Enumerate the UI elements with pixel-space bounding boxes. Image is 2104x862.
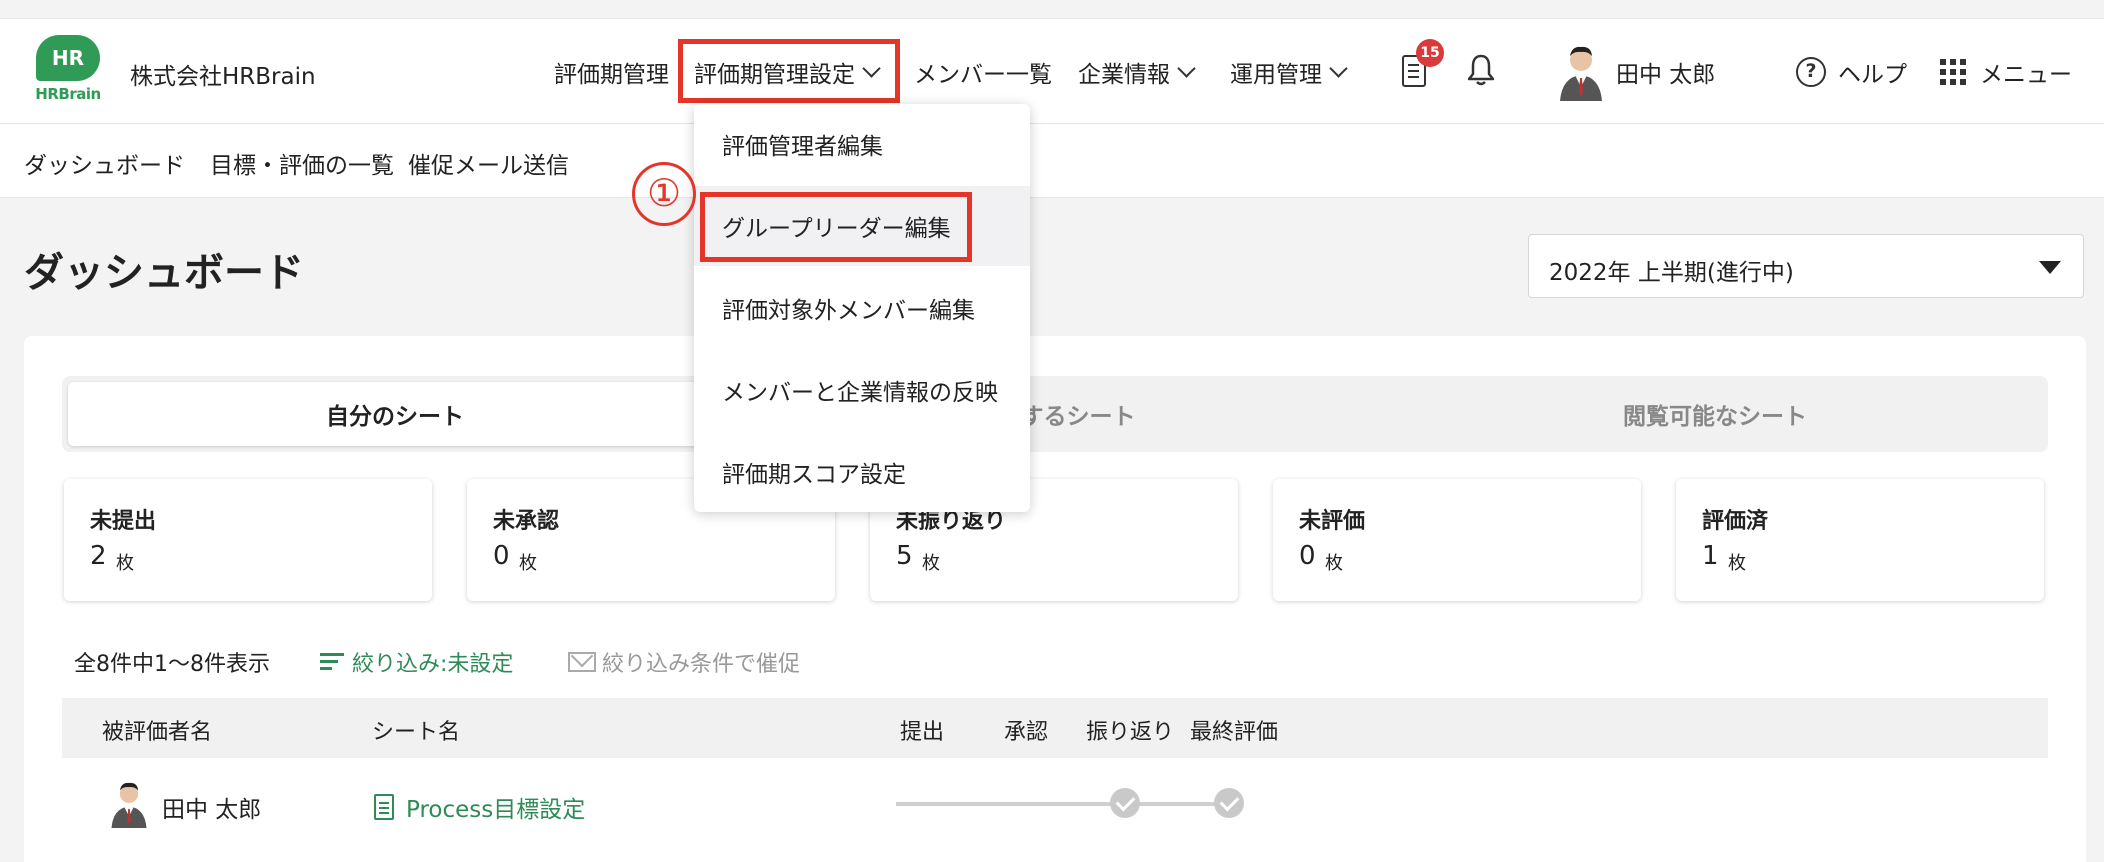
stat-label: 未提出 <box>90 509 157 534</box>
stat-unit: 枚 <box>519 553 537 574</box>
period-value: 2022年 上半期(進行中) <box>1549 260 1794 286</box>
stat-unit: 枚 <box>116 553 134 574</box>
sheet-tabs: 自分のシート 承認するシート 閲覧可能なシート <box>62 376 2048 452</box>
stat-value: 1 <box>1702 541 1719 571</box>
help-icon[interactable]: ? <box>1796 57 1826 87</box>
column-header: 最終評価 <box>1190 720 1279 745</box>
caret-down-icon <box>2039 261 2061 274</box>
stat-label: 未評価 <box>1299 509 1366 534</box>
check-icon <box>1214 788 1244 818</box>
user-avatar[interactable] <box>1554 41 1608 101</box>
chevron-down-icon <box>1177 58 1196 78</box>
stat-value: 0 <box>1299 541 1316 571</box>
tab-viewable-sheets[interactable]: 閲覧可能なシート <box>1388 376 2042 452</box>
check-icon <box>1110 788 1140 818</box>
remind-filtered-button[interactable]: 絞り込み条件で催促 <box>568 646 800 678</box>
menu-link[interactable]: メニュー <box>1980 55 2072 89</box>
nav-member-list[interactable]: メンバー一覧 <box>914 55 1052 89</box>
stat-unit: 枚 <box>922 553 940 574</box>
evaluatee-name: 田中 太郎 <box>162 797 262 823</box>
highlight-box-settings <box>678 39 900 103</box>
stat-card-evaluated[interactable]: 評価済 1 枚 <box>1676 479 2044 601</box>
tab-my-sheets[interactable]: 自分のシート <box>68 382 722 446</box>
menu-item-evaluator-edit[interactable]: 評価管理者編集 <box>694 104 1030 184</box>
menu-item-sync-member-company[interactable]: メンバーと企業情報の反映 <box>694 350 1030 430</box>
stat-card-unsubmitted[interactable]: 未提出 2 枚 <box>64 479 432 601</box>
subnav-reminder-mail[interactable]: 催促メール送信 <box>408 146 569 180</box>
menu-item-score-settings[interactable]: 評価期スコア設定 <box>694 432 1030 512</box>
sheet-link[interactable]: Process目標設定 <box>374 790 585 824</box>
avatar <box>111 782 147 828</box>
column-header: 振り返り <box>1086 720 1175 745</box>
remind-label: 絞り込み条件で催促 <box>602 652 801 677</box>
subnav-dashboard[interactable]: ダッシュボード <box>24 146 185 180</box>
user-name[interactable]: 田中 太郎 <box>1616 55 1715 89</box>
page-title: ダッシュボード <box>24 250 304 296</box>
table-header: 被評価者名 シート名 提出 承認 振り返り 最終評価 <box>62 698 2048 758</box>
app-grid-icon[interactable] <box>1940 59 1966 85</box>
menu-item-excluded-member-edit[interactable]: 評価対象外メンバー編集 <box>694 268 1030 348</box>
bell-icon[interactable] <box>1466 53 1496 87</box>
period-select[interactable]: 2022年 上半期(進行中) <box>1528 234 2084 298</box>
step-marker: ① <box>632 162 696 226</box>
progress-track <box>896 802 1236 806</box>
table-row[interactable]: 田中 太郎 Process目標設定 <box>62 760 2048 862</box>
stat-label: 評価済 <box>1702 509 1769 534</box>
subnav-goals-list[interactable]: 目標・評価の一覧 <box>210 146 394 180</box>
help-link[interactable]: ヘルプ <box>1838 55 1907 89</box>
filter-icon <box>320 653 344 671</box>
stat-value: 5 <box>896 541 913 571</box>
column-header: 承認 <box>1004 720 1049 745</box>
highlight-box-group-leader <box>700 192 972 262</box>
logo-wordmark: HRBrain <box>35 85 101 103</box>
stat-card-unevaluated[interactable]: 未評価 0 枚 <box>1273 479 1641 601</box>
filter-label: 絞り込み:未設定 <box>352 652 514 677</box>
hrbrain-logo[interactable]: HR HRBrain <box>32 35 104 113</box>
sheet-name: Process目標設定 <box>406 797 586 823</box>
nav-operations[interactable]: 運用管理 <box>1230 55 1348 89</box>
stat-unit: 枚 <box>1728 553 1746 574</box>
column-header: シート名 <box>372 720 461 745</box>
result-count: 全8件中1〜8件表示 <box>74 652 270 677</box>
top-header: HR HRBrain 株式会社HRBrain 評価期管理 評価期管理設定 メンバ… <box>0 18 2104 124</box>
document-icon <box>374 794 394 820</box>
settings-dropdown-menu: 評価管理者編集 グループリーダー編集 評価対象外メンバー編集 メンバーと企業情報… <box>694 104 1030 512</box>
nav-evaluation-period[interactable]: 評価期管理 <box>554 55 669 89</box>
stat-unit: 枚 <box>1325 553 1343 574</box>
dashboard-card: 自分のシート 承認するシート 閲覧可能なシート 未提出 2 枚 未承認 0 枚 … <box>24 336 2086 862</box>
chevron-down-icon <box>1329 58 1348 78</box>
mail-icon <box>568 652 596 672</box>
notification-badge: 15 <box>1416 39 1444 67</box>
column-header: 提出 <box>900 720 945 745</box>
sub-navigation: ダッシュボード 目標・評価の一覧 催促メール送信 <box>0 124 2104 198</box>
stat-label: 未承認 <box>493 509 560 534</box>
filter-button[interactable]: 絞り込み:未設定 <box>320 646 513 678</box>
stat-value: 2 <box>90 541 107 571</box>
company-name: 株式会社HRBrain <box>130 64 316 90</box>
nav-company-info[interactable]: 企業情報 <box>1078 55 1196 89</box>
column-header: 被評価者名 <box>102 720 213 745</box>
stat-value: 0 <box>493 541 510 571</box>
logo-mark: HR <box>36 35 100 81</box>
